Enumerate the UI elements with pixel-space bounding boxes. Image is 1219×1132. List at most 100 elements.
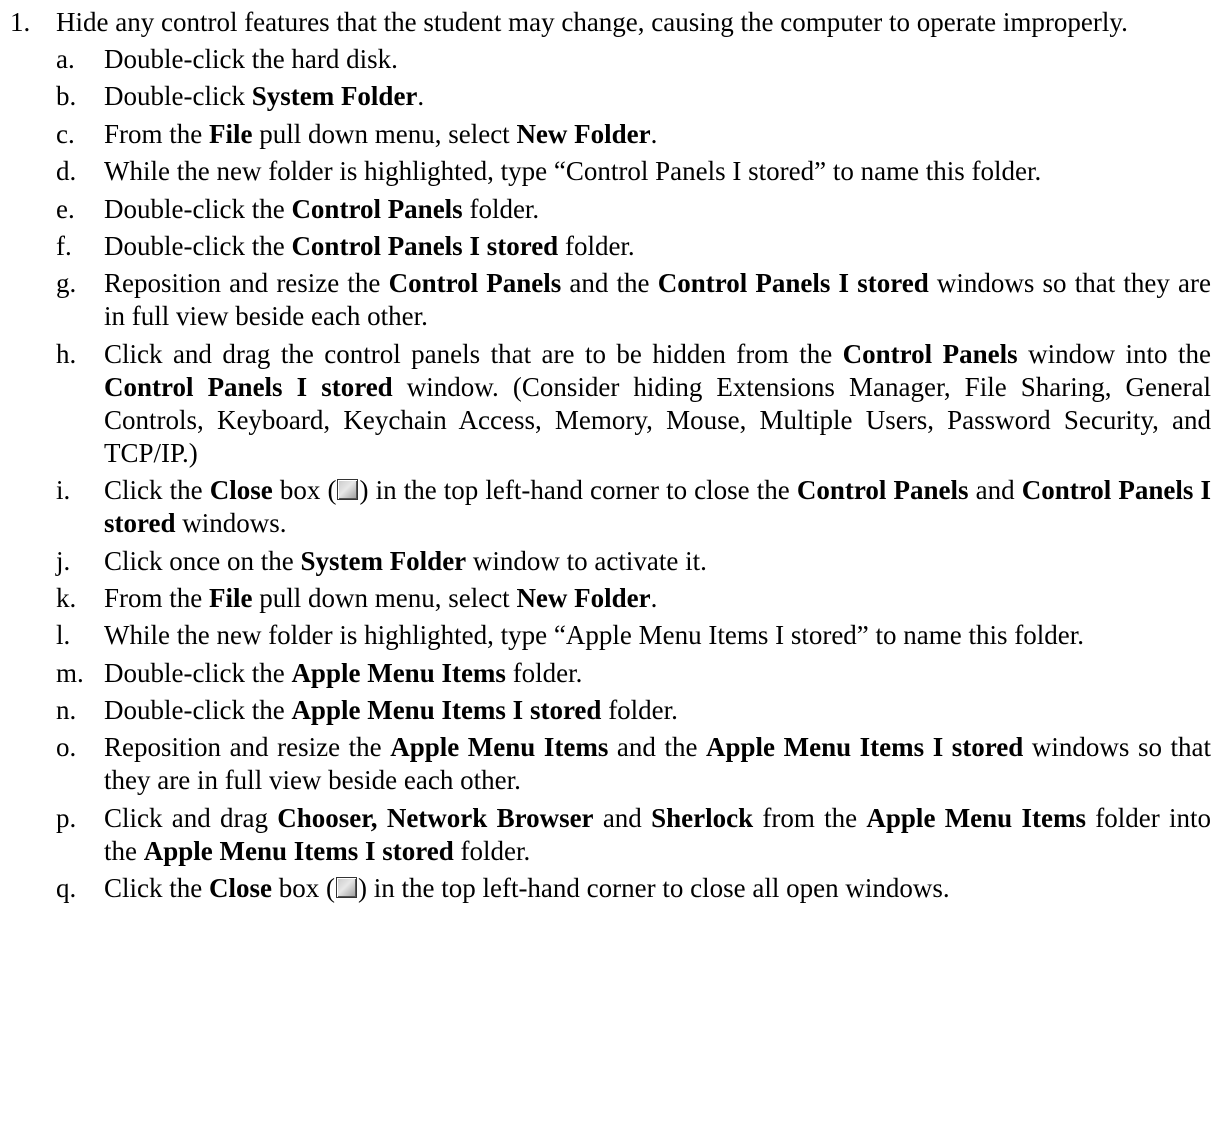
text-run: Reposition and resize the <box>104 732 391 763</box>
text-run: Click the <box>104 873 209 904</box>
text-run: pull down menu, select <box>252 118 517 149</box>
text-run: from the <box>753 802 867 833</box>
text-run: Double-click the <box>104 695 292 726</box>
text-run: Click the <box>104 475 210 506</box>
step-label: f. <box>56 230 72 261</box>
step-label: e. <box>56 193 75 224</box>
text-run: Double-click the <box>104 657 292 688</box>
text-run: folder. <box>462 193 540 224</box>
step-label: a. <box>56 44 75 74</box>
text-run: and the <box>561 268 658 299</box>
bold-term: New Folder <box>516 118 651 149</box>
step-text: From the File pull down menu, select New… <box>104 118 1211 151</box>
text-run: and the <box>608 732 707 763</box>
text-run: Double-click the <box>104 230 292 261</box>
bold-term: Apple Menu Items I stored <box>143 835 454 866</box>
text-run: . <box>650 582 658 613</box>
bold-term: Control Panels <box>291 193 463 224</box>
step-g: g. Reposition and resize the Control Pan… <box>56 267 1211 333</box>
step-h: h. Click and drag the control panels tha… <box>56 338 1211 470</box>
bold-term: Control Panels <box>796 475 969 506</box>
text-run: pull down menu, select <box>252 582 517 613</box>
step-label: c. <box>56 118 75 149</box>
step-b: b. Double-click System Folder. <box>56 80 1211 113</box>
step-label: q. <box>56 873 77 904</box>
bold-term: Chooser, Network Browser <box>277 802 594 833</box>
text-run: ) in the top left-hand corner to close a… <box>357 873 950 904</box>
bold-term: File <box>209 118 253 149</box>
text-run: . <box>650 118 658 149</box>
step-f: f. Double-click the Control Panels I sto… <box>56 230 1211 263</box>
step-text: Reposition and resize the Apple Menu Ite… <box>104 731 1211 797</box>
bold-term: Sherlock <box>651 802 754 833</box>
close-box-icon <box>337 479 359 501</box>
step-text: Reposition and resize the Control Panels… <box>104 267 1211 333</box>
text-run: From the <box>104 118 209 149</box>
text-run: and <box>968 475 1022 506</box>
text-run: windows. <box>175 508 287 539</box>
text-run: From the <box>104 582 209 613</box>
bold-term: Close <box>208 873 272 904</box>
text-run: While the new folder is highlighted, typ… <box>104 156 1042 187</box>
bold-term: File <box>209 582 253 613</box>
step-text: Double-click the Control Panels I stored… <box>104 230 1211 263</box>
step-m: m. Double-click the Apple Menu Items fol… <box>56 657 1211 690</box>
bold-term: Apple Menu Items I stored <box>291 695 602 726</box>
bold-term: Apple Menu Items <box>291 657 506 688</box>
text-run: Double-click the <box>104 193 292 224</box>
step-text: While the new folder is highlighted, typ… <box>104 619 1211 652</box>
bold-term: New Folder <box>516 582 651 613</box>
item-text: Hide any control features that the stude… <box>56 7 1128 37</box>
bold-term: Control Panels <box>842 338 1018 369</box>
step-a: a. Double-click the hard disk. <box>56 43 1211 76</box>
step-text: While the new folder is highlighted, typ… <box>104 155 1211 188</box>
bold-term: Close <box>209 475 273 506</box>
step-n: n. Double-click the Apple Menu Items I s… <box>56 694 1211 727</box>
step-d: d. While the new folder is highlighted, … <box>56 155 1211 188</box>
step-k: k. From the File pull down menu, select … <box>56 582 1211 615</box>
text-run: and <box>593 802 652 833</box>
step-e: e. Double-click the Control Panels folde… <box>56 193 1211 226</box>
item-number: 1. <box>10 7 31 37</box>
bold-term: System Folder <box>251 81 418 112</box>
text-run: . <box>417 81 425 112</box>
step-j: j. Click once on the System Folder windo… <box>56 545 1211 578</box>
text-run: window to activate it. <box>466 545 707 576</box>
bold-term: Apple Menu Items <box>390 732 609 763</box>
step-label: n. <box>56 695 77 726</box>
bold-term: Apple Menu Items <box>866 802 1086 833</box>
step-text: From the File pull down menu, select New… <box>104 582 1211 615</box>
text-run: folder. <box>505 657 583 688</box>
text-run: window into the <box>1017 338 1211 369</box>
text-run: folder. <box>601 695 678 726</box>
bold-term: Apple Menu Items I stored <box>706 732 1024 763</box>
step-c: c. From the File pull down menu, select … <box>56 118 1211 151</box>
step-p: p. Click and drag Chooser, Network Brows… <box>56 802 1211 868</box>
step-label: b. <box>56 81 77 112</box>
text-run: Click and drag the control panels that a… <box>104 338 843 369</box>
sub-steps-list: a. Double-click the hard disk. b. Double… <box>56 43 1211 905</box>
document-page: 1. Hide any control features that the st… <box>0 0 1219 1132</box>
text-run: Reposition and resize the <box>104 268 389 299</box>
bold-term: Control Panels <box>388 268 562 299</box>
step-label: o. <box>56 732 77 763</box>
step-text: Click and drag the control panels that a… <box>104 338 1211 470</box>
step-i: i. Click the Close box () in the top lef… <box>56 474 1211 540</box>
step-label: l. <box>56 620 71 651</box>
step-label: g. <box>56 268 77 299</box>
text-run: While the new folder is highlighted, typ… <box>104 620 1085 651</box>
step-text: Click the Close box () in the top left-h… <box>104 872 1211 905</box>
text-run: folder. <box>558 230 635 261</box>
bold-term: Control Panels I stored <box>657 268 929 299</box>
text-run: ) in the top left-hand corner to close t… <box>359 475 797 506</box>
step-text: Double-click the Apple Menu Items I stor… <box>104 694 1211 727</box>
bold-term: Control Panels I stored <box>104 371 393 402</box>
step-text: Double-click the Control Panels folder. <box>104 193 1211 226</box>
step-label: p. <box>56 802 77 833</box>
step-label: d. <box>56 156 77 187</box>
step-text: Click and drag Chooser, Network Browser … <box>104 802 1211 868</box>
step-text: Double-click the hard disk. <box>104 43 1211 76</box>
step-text: Click once on the System Folder window t… <box>104 545 1211 578</box>
text-run: box ( <box>272 475 337 506</box>
step-l: l. While the new folder is highlighted, … <box>56 619 1211 652</box>
